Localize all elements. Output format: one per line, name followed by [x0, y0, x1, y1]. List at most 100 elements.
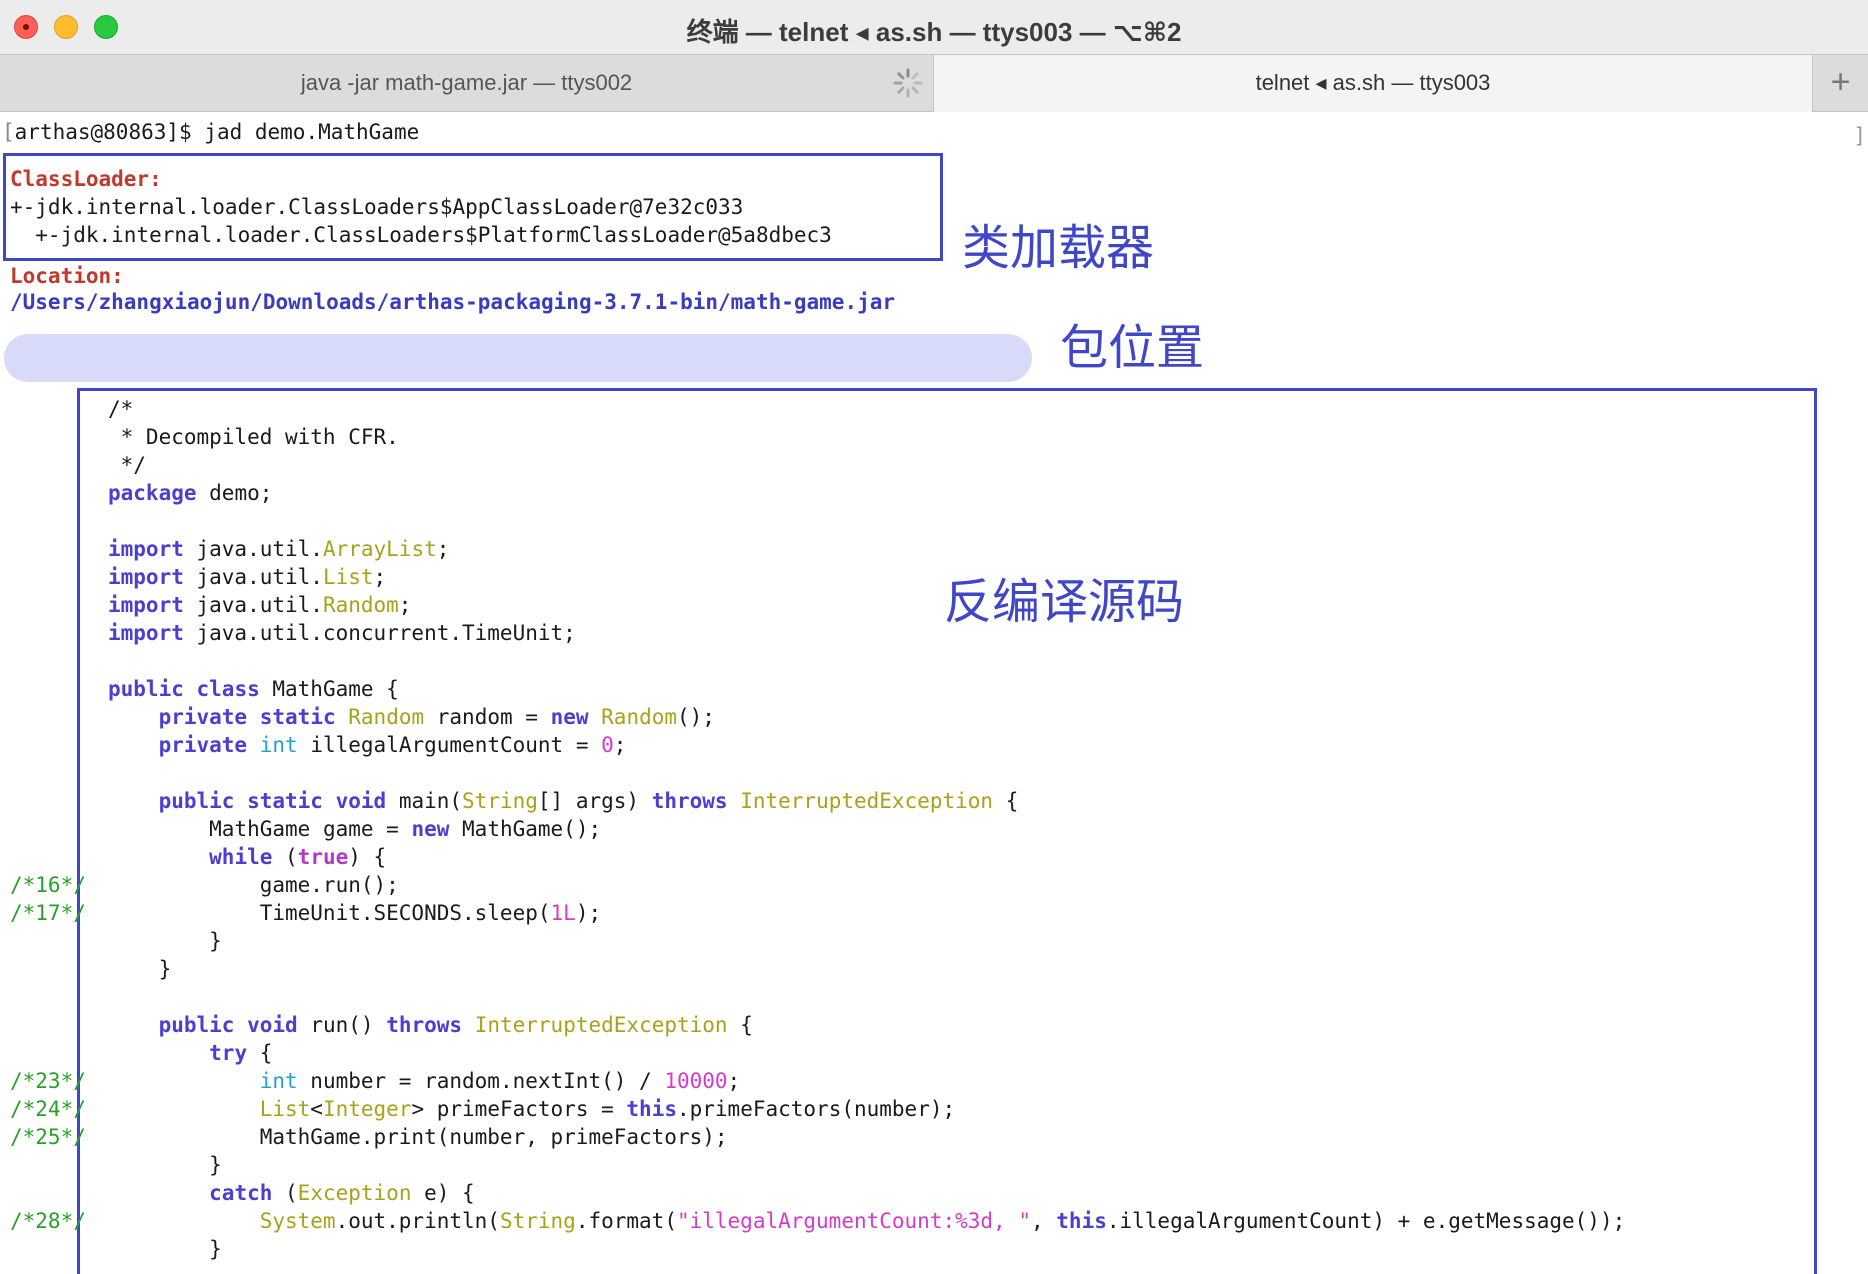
command-text: arthas@80863]$ jad demo.MathGame	[14, 120, 420, 144]
tab-bar: java -jar math-game.jar — ttys002 telnet…	[0, 54, 1868, 112]
keyword: new	[411, 817, 450, 841]
annotation-classloader: 类加载器	[962, 220, 1155, 276]
keyword: void	[335, 789, 387, 813]
keyword: static	[259, 705, 336, 729]
code-text: random =	[424, 705, 551, 729]
keyword: throws	[386, 1013, 463, 1037]
number-literal: 1L	[550, 901, 576, 925]
code-text: {	[727, 1013, 753, 1037]
new-tab-button[interactable]: +	[1812, 55, 1868, 112]
line-number-23: /*23*/	[10, 1069, 86, 1093]
keyword: package	[108, 481, 197, 505]
classloader-label: ClassLoader:	[10, 167, 162, 191]
keyword: while	[209, 845, 273, 869]
type-name: Random	[348, 705, 425, 729]
code-line: }	[108, 927, 1625, 955]
type-name: InterruptedException	[740, 789, 994, 813]
type-name: InterruptedException	[474, 1013, 728, 1037]
location-path: /Users/zhangxiaojun/Downloads/arthas-pac…	[10, 290, 896, 314]
code-text: java.util.concurrent.TimeUnit;	[183, 621, 576, 645]
terminal-output[interactable]: [arthas@80863]$ jad demo.MathGame ] Clas…	[0, 112, 1868, 1274]
code-line: int number = random.nextInt() / 10000;	[108, 1067, 1625, 1095]
code-line: */	[108, 453, 146, 477]
keyword: import	[108, 621, 184, 645]
code-text: demo;	[196, 481, 273, 505]
tab-ttys003[interactable]: telnet ◂ as.sh — ttys003	[934, 55, 1812, 112]
code-line: TimeUnit.SECONDS.sleep(1L);	[108, 899, 1625, 927]
code-text: .primeFactors(number);	[676, 1097, 956, 1121]
type-name: String	[499, 1209, 576, 1233]
code-text: MathGame game =	[209, 817, 412, 841]
type-name: Exception	[297, 1181, 412, 1205]
keyword: try	[209, 1041, 248, 1065]
line-number-16: /*16*/	[10, 873, 86, 897]
classloader-line-platform: +-jdk.internal.loader.ClassLoaders$Platf…	[10, 223, 832, 247]
window-title: 终端 — telnet ◂ as.sh — ttys003 — ⌥⌘2	[686, 17, 1182, 47]
code-text: java.util.	[183, 565, 323, 589]
primitive-type: int	[259, 733, 298, 757]
code-text: MathGame();	[449, 817, 602, 841]
code-text: game.run();	[259, 873, 399, 897]
code-text: ;	[373, 565, 387, 589]
prompt-bracket: [	[2, 120, 15, 144]
code-line: import java.util.ArrayList;	[108, 535, 1625, 563]
keyword: public	[158, 789, 235, 813]
tab-label: java -jar math-game.jar — ttys002	[300, 70, 633, 95]
title-bar: 终端 — telnet ◂ as.sh — ttys003 — ⌥⌘2	[0, 0, 1868, 54]
activity-spinner-icon	[893, 68, 923, 98]
code-text: ) {	[348, 845, 387, 869]
line-number-25: /*25*/	[10, 1125, 86, 1149]
keyword: private	[158, 733, 248, 757]
code-line: try {	[108, 1039, 1625, 1067]
annotation-location: 包位置	[1060, 320, 1205, 376]
type-name: List	[259, 1097, 311, 1121]
code-text: <	[310, 1097, 323, 1121]
keyword: new	[550, 705, 589, 729]
code-text: number = random.nextInt() /	[297, 1069, 665, 1093]
code-text: [] args)	[537, 789, 652, 813]
code-line: }	[108, 1151, 1625, 1179]
code-text: .format(	[575, 1209, 677, 1233]
classloader-line-app: +-jdk.internal.loader.ClassLoaders$AppCl…	[10, 195, 744, 219]
code-text: illegalArgumentCount =	[297, 733, 602, 757]
string-literal: "illegalArgumentCount:%3d, "	[676, 1209, 1031, 1233]
code-line: import java.util.Random;	[108, 591, 1625, 619]
keyword: public	[158, 1013, 235, 1037]
keyword: import	[108, 593, 184, 617]
code-text: MathGame.print(number, primeFactors);	[259, 1125, 728, 1149]
command-line: [arthas@80863]$ jad demo.MathGame	[2, 118, 419, 146]
code-text: ;	[613, 733, 627, 757]
code-text: java.util.	[183, 593, 323, 617]
keyword: throws	[651, 789, 728, 813]
code-line: private int illegalArgumentCount = 0;	[108, 731, 1625, 759]
number-literal: 10000	[664, 1069, 728, 1093]
keyword: catch	[209, 1181, 273, 1205]
code-text: );	[575, 901, 602, 925]
code-line: catch (Exception e) {	[108, 1179, 1625, 1207]
code-line: MathGame.print(number, primeFactors);	[108, 1123, 1625, 1151]
code-line: public class MathGame {	[108, 675, 1625, 703]
keyword: class	[196, 677, 260, 701]
type-name: ArrayList	[322, 537, 437, 561]
code-line: }	[108, 1235, 1625, 1263]
code-text: {	[993, 789, 1019, 813]
type-name: Random	[601, 705, 678, 729]
keyword: static	[247, 789, 323, 813]
code-text: }	[158, 957, 172, 981]
code-line: System.out.println(String.format("illega…	[108, 1207, 1626, 1235]
code-text: main(	[386, 789, 463, 813]
code-text: e) {	[411, 1181, 475, 1205]
keyword: import	[108, 565, 184, 589]
code-text: run()	[297, 1013, 387, 1037]
code-line: List<Integer> primeFactors = this.primeF…	[108, 1095, 1625, 1123]
keyword: this	[626, 1097, 677, 1121]
code-line: package demo;	[108, 479, 1625, 507]
code-line: import java.util.concurrent.TimeUnit;	[108, 619, 1625, 647]
tab-ttys002[interactable]: java -jar math-game.jar — ttys002	[0, 55, 934, 112]
line-number-17: /*17*/	[10, 901, 86, 925]
keyword: import	[108, 537, 184, 561]
type-name: String	[462, 789, 538, 813]
code-text: MathGame {	[259, 677, 399, 701]
keyword: public	[108, 677, 184, 701]
